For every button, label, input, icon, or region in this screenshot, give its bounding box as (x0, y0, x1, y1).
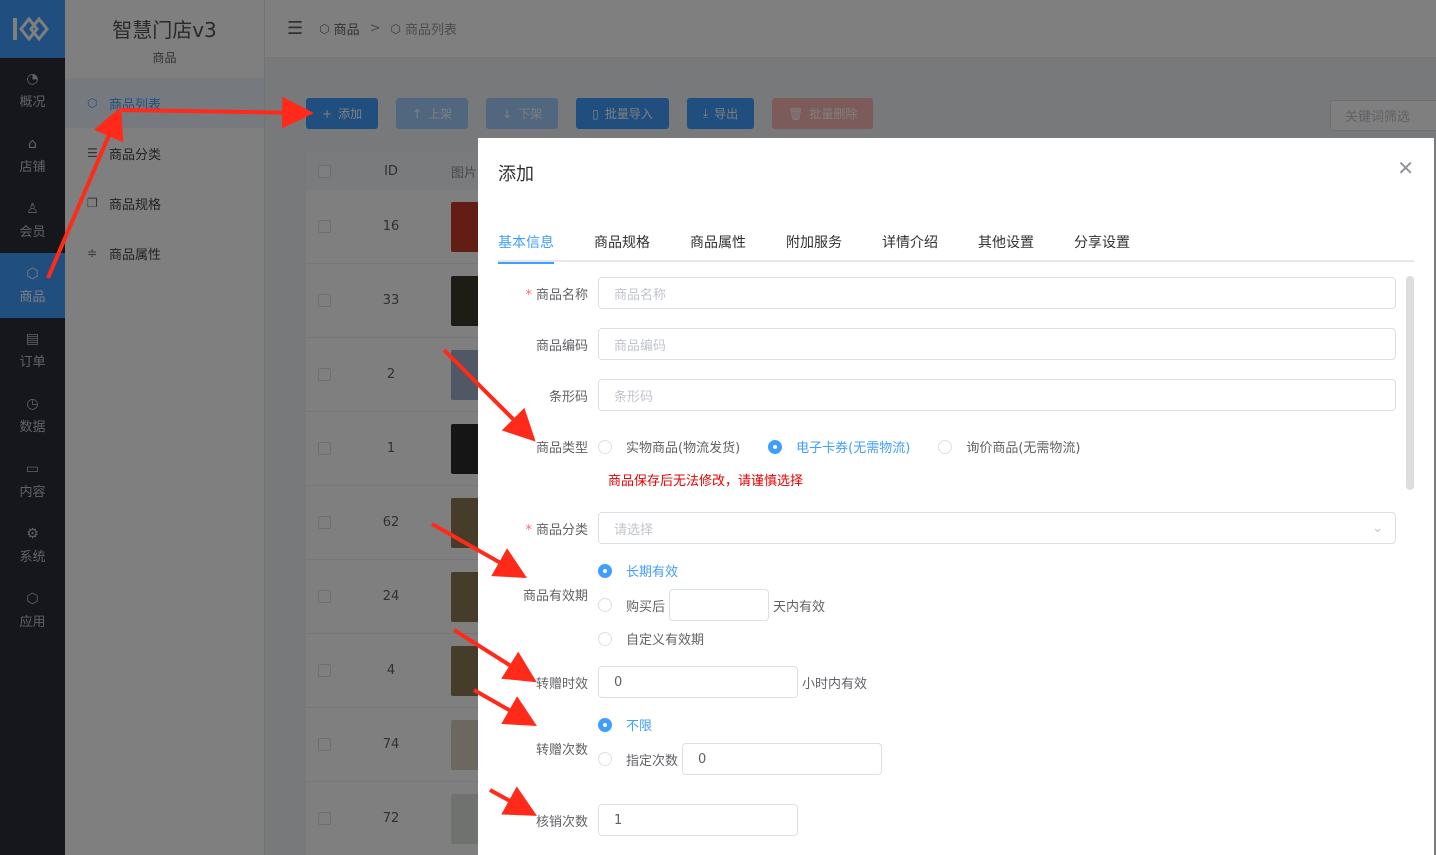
validity-days-input[interactable] (669, 589, 770, 621)
radio-label: 自定义有效期 (626, 633, 705, 648)
close-icon[interactable]: ✕ (1397, 156, 1414, 180)
radio-label: 电子卡券(无需物流) (796, 441, 911, 456)
gift-time-label: 转赠时效 (535, 676, 588, 692)
radio-label: 指定次数 (626, 753, 679, 769)
required-mark: * (525, 522, 532, 538)
tab-attributes[interactable]: 商品属性 (690, 232, 746, 262)
code-input[interactable]: 商品编码 (598, 328, 1396, 360)
validity-days-suffix: 天内有效 (773, 599, 826, 615)
gift-radio-unlimited[interactable]: 不限 (598, 715, 652, 734)
barcode-input[interactable]: 条形码 (598, 379, 1396, 411)
radio-circle (598, 752, 612, 766)
type-radio-inquiry[interactable]: 询价商品(无需物流) (938, 437, 1080, 456)
name-input[interactable]: 商品名称 (598, 277, 1396, 309)
type-label: 商品类型 (535, 441, 588, 456)
tab-other-settings[interactable]: 其他设置 (978, 232, 1034, 262)
radio-circle (598, 598, 612, 612)
dialog-title: 添加 (498, 164, 534, 185)
validity-radio-custom[interactable]: 自定义有效期 (598, 629, 704, 648)
form-row-name: * 商品名称 商品名称 (498, 277, 1396, 309)
form-row-validity-custom: 自定义有效期 (498, 629, 732, 648)
radio-label: 询价商品(无需物流) (966, 441, 1081, 456)
type-warning-text: 商品保存后无法修改，请谨慎选择 (608, 474, 804, 489)
code-label: 商品编码 (535, 338, 588, 354)
radio-circle (768, 439, 783, 454)
barcode-label: 条形码 (548, 389, 588, 405)
category-label: * 商品分类 (498, 519, 598, 538)
form-row-gift-time: 转赠时效 0 小时内有效 (498, 666, 867, 698)
verify-count-label: 核销次数 (535, 814, 588, 830)
form-row-category: * 商品分类 请选择 ⌄ (498, 512, 1396, 544)
form-row-type: 商品类型 实物商品(物流发货) 电子卡券(无需物流) 询价商品(无需物流) (498, 437, 1108, 456)
radio-label: 不限 (626, 719, 653, 734)
radio-circle (598, 631, 612, 646)
name-label-text: 商品名称 (535, 287, 588, 303)
chevron-down-icon: ⌄ (1372, 520, 1383, 536)
verify-count-input[interactable]: 1 (598, 804, 798, 836)
validity-radio-after[interactable]: 购买后 (598, 596, 665, 615)
dialog-scrollbar[interactable] (1406, 276, 1414, 490)
radio-circle (598, 717, 612, 732)
name-label: * 商品名称 (498, 284, 598, 303)
form-row-gift-unlimited: 不限 (498, 715, 680, 734)
dialog-tabs: 基本信息 商品规格 商品属性 附加服务 详情介绍 其他设置 分享设置 (498, 232, 1414, 264)
radio-label: 实物商品(物流发货) (626, 441, 741, 456)
type-radio-ecard[interactable]: 电子卡券(无需物流) (768, 437, 910, 456)
gift-count-label: 转赠次数 (535, 742, 588, 758)
gift-time-input[interactable]: 0 (598, 666, 798, 698)
radio-label: 购买后 (626, 599, 666, 615)
tab-spec[interactable]: 商品规格 (594, 232, 650, 262)
gift-count-input[interactable]: 0 (682, 743, 883, 775)
radio-label: 长期有效 (626, 565, 679, 580)
add-goods-dialog: 添加 ✕ 基本信息 商品规格 商品属性 附加服务 详情介绍 其他设置 分享设置 … (478, 138, 1434, 855)
form-row-barcode: 条形码 条形码 (498, 379, 1396, 411)
required-mark: * (525, 287, 532, 303)
type-radio-physical[interactable]: 实物商品(物流发货) (598, 437, 740, 456)
category-placeholder: 请选择 (614, 522, 654, 538)
tab-details[interactable]: 详情介绍 (882, 232, 938, 262)
category-label-text: 商品分类 (535, 522, 588, 538)
tab-basic-info[interactable]: 基本信息 (498, 232, 554, 264)
gift-radio-specified[interactable]: 指定次数 (598, 750, 678, 769)
radio-circle (938, 439, 953, 454)
radio-circle (598, 563, 612, 578)
form-row-validity-after: 商品有效期 购买后 天内有效 (498, 589, 825, 621)
radio-circle (598, 439, 612, 454)
form-row-code: 商品编码 商品编码 (498, 328, 1396, 360)
category-select[interactable]: 请选择 ⌄ (598, 512, 1396, 544)
form-row-validity-long: 长期有效 (498, 561, 706, 580)
validity-radio-long[interactable]: 长期有效 (598, 561, 678, 580)
tab-extra-service[interactable]: 附加服务 (786, 232, 842, 262)
gift-time-suffix: 小时内有效 (802, 676, 868, 692)
form-row-verify-count: 核销次数 1 (498, 804, 798, 836)
validity-label: 商品有效期 (522, 588, 588, 604)
form-row-gift-specified: 转赠次数 指定次数 0 (498, 743, 883, 775)
tab-share-settings[interactable]: 分享设置 (1074, 232, 1130, 262)
